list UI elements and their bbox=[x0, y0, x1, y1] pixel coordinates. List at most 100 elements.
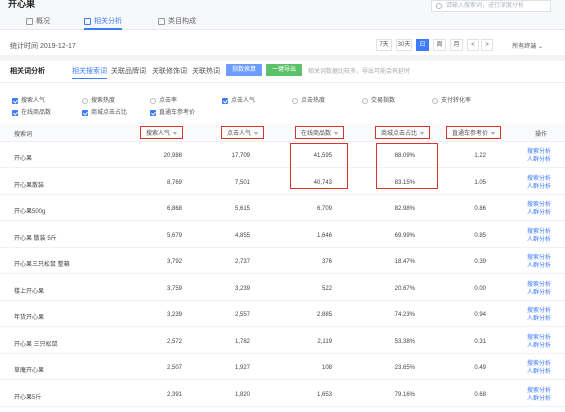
export-button[interactable]: 一键导出 bbox=[266, 64, 303, 76]
cell-keyword: 开心果散装 bbox=[14, 182, 45, 189]
export-note: 相关词数据比较多，导出可能会有延时 bbox=[308, 69, 411, 75]
crowd-analysis-link[interactable]: 人群分析 bbox=[519, 395, 551, 403]
search-analysis-link[interactable]: 搜索分析 bbox=[519, 281, 551, 289]
metric-checkbox[interactable]: 搜索人气 bbox=[12, 97, 45, 107]
header-ops: 操作 bbox=[534, 132, 547, 138]
cell-search-popularity: 5,679 bbox=[166, 232, 182, 239]
search-analysis-link[interactable]: 搜索分析 bbox=[519, 334, 551, 342]
row-actions: 搜索分析 人群分析 bbox=[519, 360, 551, 376]
metric-label: 交易指数 bbox=[371, 98, 396, 104]
search-analysis-link[interactable]: 搜索分析 bbox=[519, 201, 551, 209]
search-analysis-link[interactable]: 搜索分析 bbox=[519, 228, 551, 236]
table-row: 开心果散装 8,769 7,501 40,743 83.15% 1.05 搜索分析 人群分析 bbox=[0, 170, 565, 195]
row-actions: 搜索分析 人群分析 bbox=[519, 387, 551, 403]
table-row: 开心果500g 6,868 5,615 6,709 82.98% 0.86 搜索分析 人群分析 bbox=[0, 196, 565, 221]
cell-keyword: 开心果三只松鼠 整箱 bbox=[14, 262, 70, 268]
metric-checkbox[interactable]: 在线商品数 bbox=[12, 109, 51, 119]
crowd-analysis-link[interactable]: 人群分析 bbox=[519, 342, 551, 350]
checkbox-icon bbox=[82, 98, 88, 104]
row-actions: 搜索分析 人群分析 bbox=[519, 307, 551, 323]
range-day-button[interactable]: 日 bbox=[416, 39, 429, 51]
header-click-popularity[interactable]: 点击人气 bbox=[221, 126, 265, 139]
metric-checkbox[interactable]: 点击率 bbox=[150, 97, 177, 107]
crowd-analysis-link[interactable]: 人群分析 bbox=[519, 156, 551, 164]
metric-checkbox[interactable]: 直通车参考价 bbox=[150, 109, 195, 119]
cell-keyword: 开心果 bbox=[14, 156, 33, 162]
metric-label: 搜索热度 bbox=[91, 98, 116, 104]
metric-label: 直通车参考价 bbox=[159, 110, 196, 116]
metric-checkbox[interactable]: 支付转化率 bbox=[432, 97, 471, 107]
tab-related-analysis[interactable]: 相关分析 bbox=[84, 14, 122, 30]
metric-label: 点击人气 bbox=[231, 98, 256, 104]
crowd-analysis-link[interactable]: 人群分析 bbox=[519, 315, 551, 323]
cell-ztc-price: 0.85 bbox=[474, 232, 486, 239]
search-analysis-link[interactable]: 搜索分析 bbox=[519, 148, 551, 156]
table-row: 开心果 20,988 17,709 41,595 88.09% 1.22 搜索分析 人群分析 bbox=[0, 143, 565, 168]
cell-mall-click-share: 53.38% bbox=[394, 338, 415, 345]
cell-online-items: 522 bbox=[321, 285, 332, 292]
metric-label: 点击率 bbox=[159, 98, 178, 104]
terminal-select[interactable]: 所有终端 ⌄ bbox=[512, 41, 543, 50]
search-analysis-link[interactable]: 搜索分析 bbox=[519, 307, 551, 315]
sort-icon bbox=[420, 131, 425, 135]
subtab-hot[interactable]: 关联热词 bbox=[192, 66, 220, 76]
metric-checkbox[interactable]: 交易指数 bbox=[362, 97, 395, 107]
metric-checkbox[interactable]: 点击人气 bbox=[222, 97, 255, 107]
table-row: 年货开心果 3,239 2,557 2,885 74.23% 0.94 搜索分析 人群分析 bbox=[0, 302, 565, 327]
search-analysis-link[interactable]: 搜索分析 bbox=[519, 387, 551, 395]
metric-checkbox[interactable]: 点击热度 bbox=[292, 97, 325, 107]
header-search-popularity[interactable]: 搜索人气 bbox=[140, 126, 184, 139]
header-ztc-price[interactable]: 直通车参考价 bbox=[446, 126, 502, 139]
row-actions: 搜索分析 人群分析 bbox=[519, 228, 551, 244]
search-analysis-link[interactable]: 搜索分析 bbox=[519, 360, 551, 368]
crowd-analysis-link[interactable]: 人群分析 bbox=[519, 209, 551, 217]
cell-online-items: 376 bbox=[321, 259, 332, 265]
index-convert-button[interactable]: 指数换算 bbox=[226, 64, 263, 76]
metric-label: 商城点击占比 bbox=[91, 110, 128, 116]
metric-checkbox[interactable]: 商城点击占比 bbox=[82, 109, 127, 119]
cell-online-items: 2,119 bbox=[317, 338, 332, 345]
header-keyword: 搜索词 bbox=[14, 132, 33, 138]
cell-click-popularity: 1,927 bbox=[234, 365, 250, 371]
subtab-related-search[interactable]: 相关搜索词 bbox=[72, 66, 107, 79]
home-icon bbox=[84, 18, 91, 25]
header-mall-click-share[interactable]: 商城点击占比 bbox=[375, 126, 431, 139]
search-analysis-link[interactable]: 搜索分析 bbox=[519, 254, 551, 262]
cell-search-popularity: 2,572 bbox=[166, 338, 182, 345]
checkbox-icon bbox=[150, 110, 156, 116]
cell-search-popularity: 3,759 bbox=[166, 285, 182, 292]
range-month-button[interactable]: 月 bbox=[450, 39, 463, 51]
cell-click-popularity: 7,501 bbox=[234, 179, 250, 186]
range-7d-button[interactable]: 7天 bbox=[376, 39, 392, 51]
search-input[interactable]: 请输入搜索词，进行深度分析 bbox=[431, 0, 551, 12]
table-row: 开心果三只松鼠 整箱 3,792 2,737 376 18.47% 0.39 搜索分析 人群分… bbox=[0, 249, 565, 274]
crowd-analysis-link[interactable]: 人群分析 bbox=[519, 183, 551, 191]
range-week-button[interactable]: 周 bbox=[433, 39, 446, 51]
range-30d-button[interactable]: 30天 bbox=[396, 39, 412, 51]
row-actions: 搜索分析 人群分析 bbox=[519, 334, 551, 350]
cell-mall-click-share: 79.16% bbox=[394, 391, 415, 398]
next-button[interactable]: > bbox=[481, 39, 493, 51]
cell-keyword: 草庵开心果 bbox=[14, 368, 45, 374]
search-analysis-link[interactable]: 搜索分析 bbox=[519, 175, 551, 183]
crowd-analysis-link[interactable]: 人群分析 bbox=[519, 289, 551, 297]
checkbox-icon bbox=[82, 110, 88, 116]
tab-overview[interactable]: 概况 bbox=[26, 14, 50, 30]
metric-label: 支付转化率 bbox=[441, 98, 472, 104]
table-header: 搜索词 搜索人气 点击人气 在线商品数 商城点击占比 直通车参考价 操作 bbox=[0, 124, 565, 142]
prev-button[interactable]: < bbox=[467, 39, 479, 51]
cell-ztc-price: 0.49 bbox=[474, 365, 486, 371]
cell-click-popularity: 1,782 bbox=[234, 338, 250, 345]
cell-search-popularity: 2,507 bbox=[166, 365, 182, 371]
subtab-brand[interactable]: 关联品牌词 bbox=[111, 66, 146, 76]
header-online-items[interactable]: 在线商品数 bbox=[295, 126, 345, 139]
subtab-modifier[interactable]: 关联修饰词 bbox=[152, 66, 187, 76]
tab-category[interactable]: 类目构成 bbox=[158, 14, 196, 30]
crowd-analysis-link[interactable]: 人群分析 bbox=[519, 236, 551, 244]
metric-label: 点击热度 bbox=[301, 98, 326, 104]
tab-label: 类目构成 bbox=[168, 18, 196, 25]
metric-checkbox[interactable]: 搜索热度 bbox=[82, 97, 115, 107]
crowd-analysis-link[interactable]: 人群分析 bbox=[519, 262, 551, 270]
crowd-analysis-link[interactable]: 人群分析 bbox=[519, 368, 551, 376]
cell-ztc-price: 0.86 bbox=[474, 206, 486, 212]
